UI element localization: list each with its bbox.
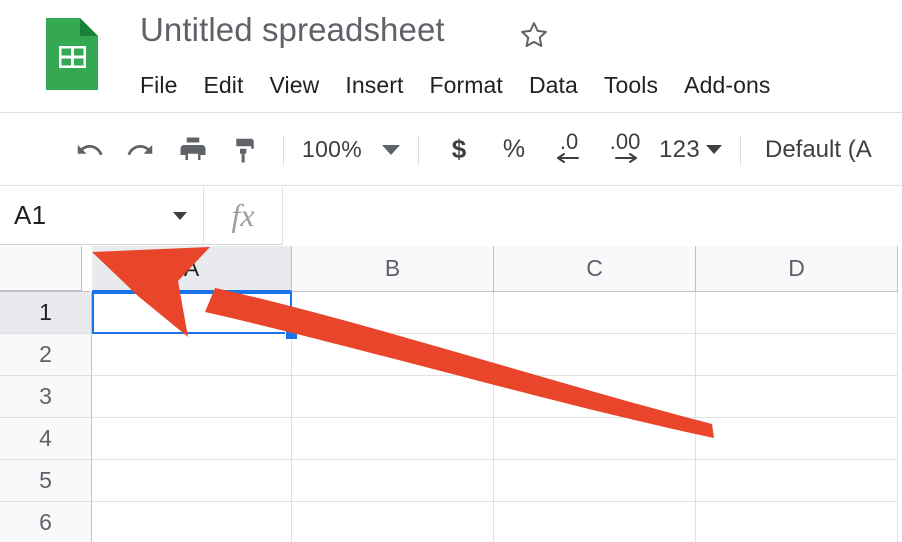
- menu-item-add-ons[interactable]: Add-ons: [671, 68, 783, 102]
- row-header-4[interactable]: 4: [0, 418, 92, 460]
- cell-D3[interactable]: [696, 376, 898, 418]
- undo-icon[interactable]: [68, 129, 110, 171]
- row-header-6[interactable]: 6: [0, 502, 92, 542]
- cell-C5[interactable]: [494, 460, 696, 502]
- chevron-down-icon: [173, 211, 187, 220]
- table-row: [92, 418, 902, 460]
- cell-D2[interactable]: [696, 334, 898, 376]
- table-row: [92, 376, 902, 418]
- table-row: [92, 334, 902, 376]
- menu-item-edit[interactable]: Edit: [190, 68, 256, 102]
- cell-B3[interactable]: [292, 376, 494, 418]
- chevron-down-icon: [705, 145, 722, 154]
- menu-item-file[interactable]: File: [140, 68, 190, 102]
- cell-C2[interactable]: [494, 334, 696, 376]
- document-title[interactable]: Untitled spreadsheet: [140, 11, 445, 49]
- cell-B6[interactable]: [292, 502, 494, 542]
- google-sheets-window: Untitled spreadsheet File Edit View Inse…: [0, 0, 902, 542]
- menu-item-tools[interactable]: Tools: [591, 68, 671, 102]
- sheets-logo-icon[interactable]: [40, 14, 104, 94]
- zoom-level-value: 100%: [302, 136, 363, 162]
- table-row: [92, 292, 902, 334]
- zoom-level-dropdown[interactable]: 100%: [296, 130, 406, 170]
- cell-A5[interactable]: [92, 460, 292, 502]
- formula-input[interactable]: [283, 186, 902, 245]
- percent-format-button[interactable]: %: [494, 129, 534, 171]
- cell-D1[interactable]: [696, 292, 898, 334]
- cell-A6[interactable]: [92, 502, 292, 542]
- cell-C1[interactable]: [494, 292, 696, 334]
- cell-B4[interactable]: [292, 418, 494, 460]
- paint-format-icon[interactable]: [224, 129, 266, 171]
- toolbar: 100% $ % .0 .00 123 Default (A: [0, 114, 902, 186]
- chevron-down-icon: [382, 144, 401, 155]
- fx-icon: fx: [231, 197, 255, 233]
- formula-bar: A1 fx: [0, 186, 902, 245]
- cell-A1[interactable]: [92, 292, 292, 334]
- fill-handle-icon[interactable]: [285, 327, 298, 340]
- cell-A4[interactable]: [92, 418, 292, 460]
- star-outline-icon[interactable]: [519, 20, 559, 60]
- name-box[interactable]: A1: [0, 187, 203, 244]
- row-header-2[interactable]: 2: [0, 334, 92, 376]
- cell-C4[interactable]: [494, 418, 696, 460]
- cell-B2[interactable]: [292, 334, 494, 376]
- toolbar-divider-3: [739, 134, 741, 165]
- cell-A3[interactable]: [92, 376, 292, 418]
- cell-C6[interactable]: [494, 502, 696, 542]
- menu-item-data[interactable]: Data: [516, 68, 591, 102]
- currency-format-button[interactable]: $: [438, 129, 480, 171]
- cell-C3[interactable]: [494, 376, 696, 418]
- toolbar-divider-1: [283, 134, 284, 165]
- menu-item-insert[interactable]: Insert: [332, 68, 416, 102]
- menu-bar: File Edit View Insert Format Data Tools …: [140, 65, 784, 105]
- cell-D5[interactable]: [696, 460, 898, 502]
- cell-B5[interactable]: [292, 460, 494, 502]
- app-header: Untitled spreadsheet File Edit View Inse…: [0, 0, 902, 113]
- cell-B1[interactable]: [292, 292, 494, 334]
- table-row: [92, 460, 902, 502]
- cell-D4[interactable]: [696, 418, 898, 460]
- menu-item-view[interactable]: View: [257, 68, 333, 102]
- name-box-value: A1: [14, 200, 47, 230]
- print-icon[interactable]: [172, 129, 214, 171]
- column-header-c[interactable]: C: [494, 246, 696, 292]
- decrease-decimal-button[interactable]: .0: [546, 129, 592, 171]
- select-all-corner-icon[interactable]: [0, 246, 82, 291]
- row-headers: 123456: [0, 292, 92, 542]
- number-format-dropdown[interactable]: 123: [659, 129, 722, 171]
- column-headers: ABCD: [92, 246, 902, 292]
- number-format-label: 123: [659, 135, 700, 163]
- increase-decimal-button[interactable]: .00: [602, 129, 648, 171]
- row-header-5[interactable]: 5: [0, 460, 92, 502]
- row-header-1[interactable]: 1: [0, 292, 92, 334]
- cell-area: [92, 292, 902, 542]
- spreadsheet-grid: ABCD 123456: [0, 246, 902, 542]
- arrow-right-icon: [602, 151, 648, 169]
- arrow-left-icon: [546, 151, 592, 169]
- row-header-3[interactable]: 3: [0, 376, 92, 418]
- cell-D6[interactable]: [696, 502, 898, 542]
- menu-item-format[interactable]: Format: [416, 68, 515, 102]
- cell-A2[interactable]: [92, 334, 292, 376]
- redo-icon[interactable]: [120, 129, 162, 171]
- column-header-b[interactable]: B: [292, 246, 494, 292]
- toolbar-divider-2: [418, 134, 420, 165]
- column-header-a[interactable]: A: [92, 246, 292, 292]
- font-family-dropdown[interactable]: Default (A: [765, 136, 872, 164]
- table-row: [92, 502, 902, 542]
- column-header-d[interactable]: D: [696, 246, 898, 292]
